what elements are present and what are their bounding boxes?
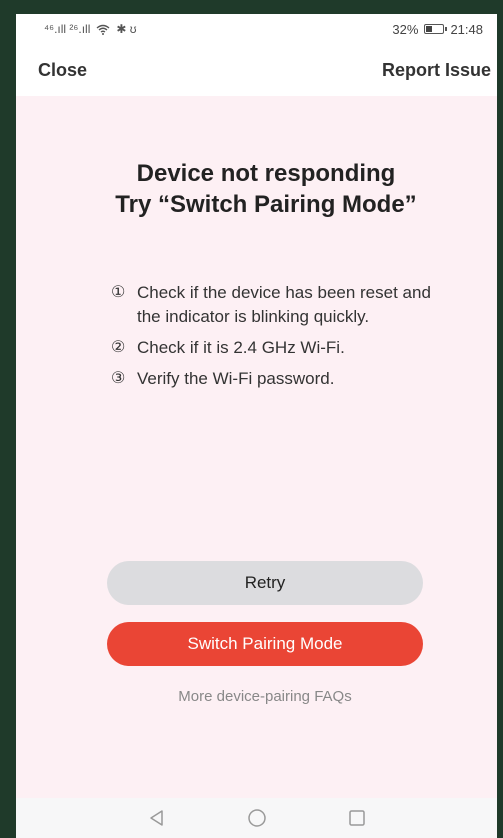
status-right: 32% 21:48 xyxy=(392,22,483,37)
step-text: Check if it is 2.4 GHz Wi-Fi. xyxy=(137,338,345,357)
system-navigation-bar xyxy=(16,798,497,838)
status-left-icons: ⁴⁶.ıll ²⁶.ıll ✱ ʊ xyxy=(44,22,137,36)
switch-pairing-mode-button[interactable]: Switch Pairing Mode xyxy=(107,622,423,666)
home-icon[interactable] xyxy=(247,808,267,828)
step-item: ① Check if the device has been reset and… xyxy=(111,281,431,329)
title-line-2: Try “Switch Pairing Mode” xyxy=(115,191,417,218)
recents-icon[interactable] xyxy=(347,808,367,828)
top-navbar: Close Report Issue xyxy=(16,44,497,96)
notification-icons: ✱ ʊ xyxy=(116,22,137,36)
signal-icon: ⁴⁶.ıll ²⁶.ıll xyxy=(44,22,91,36)
step-number: ① xyxy=(111,284,126,301)
step-text: Verify the Wi-Fi password. xyxy=(137,369,335,388)
battery-icon xyxy=(424,24,448,34)
pairing-faq-link[interactable]: More device-pairing FAQs xyxy=(107,688,423,705)
title-line-1: Device not responding xyxy=(136,160,396,187)
step-number: ② xyxy=(111,339,126,356)
step-text: Check if the device has been reset and t… xyxy=(137,283,431,326)
battery-percent: 32% xyxy=(392,21,419,37)
step-item: ② Check if it is 2.4 GHz Wi-Fi. xyxy=(111,336,431,360)
page-title: Device not responding Try “Switch Pairin… xyxy=(56,158,476,220)
back-icon[interactable] xyxy=(147,808,167,828)
report-issue-button[interactable]: Report Issue xyxy=(382,60,491,81)
retry-button[interactable]: Retry xyxy=(107,561,423,605)
step-item: ③ Verify the Wi-Fi password. xyxy=(111,367,431,391)
close-button[interactable]: Close xyxy=(38,60,87,81)
status-bar: ⁴⁶.ıll ²⁶.ıll ✱ ʊ 32% 21:48 xyxy=(16,14,497,44)
step-number: ③ xyxy=(111,370,126,387)
clock: 21:48 xyxy=(450,21,483,37)
wifi-icon xyxy=(96,24,110,35)
main-content: Device not responding Try “Switch Pairin… xyxy=(16,96,497,798)
troubleshooting-steps: ① Check if the device has been reset and… xyxy=(111,281,431,398)
